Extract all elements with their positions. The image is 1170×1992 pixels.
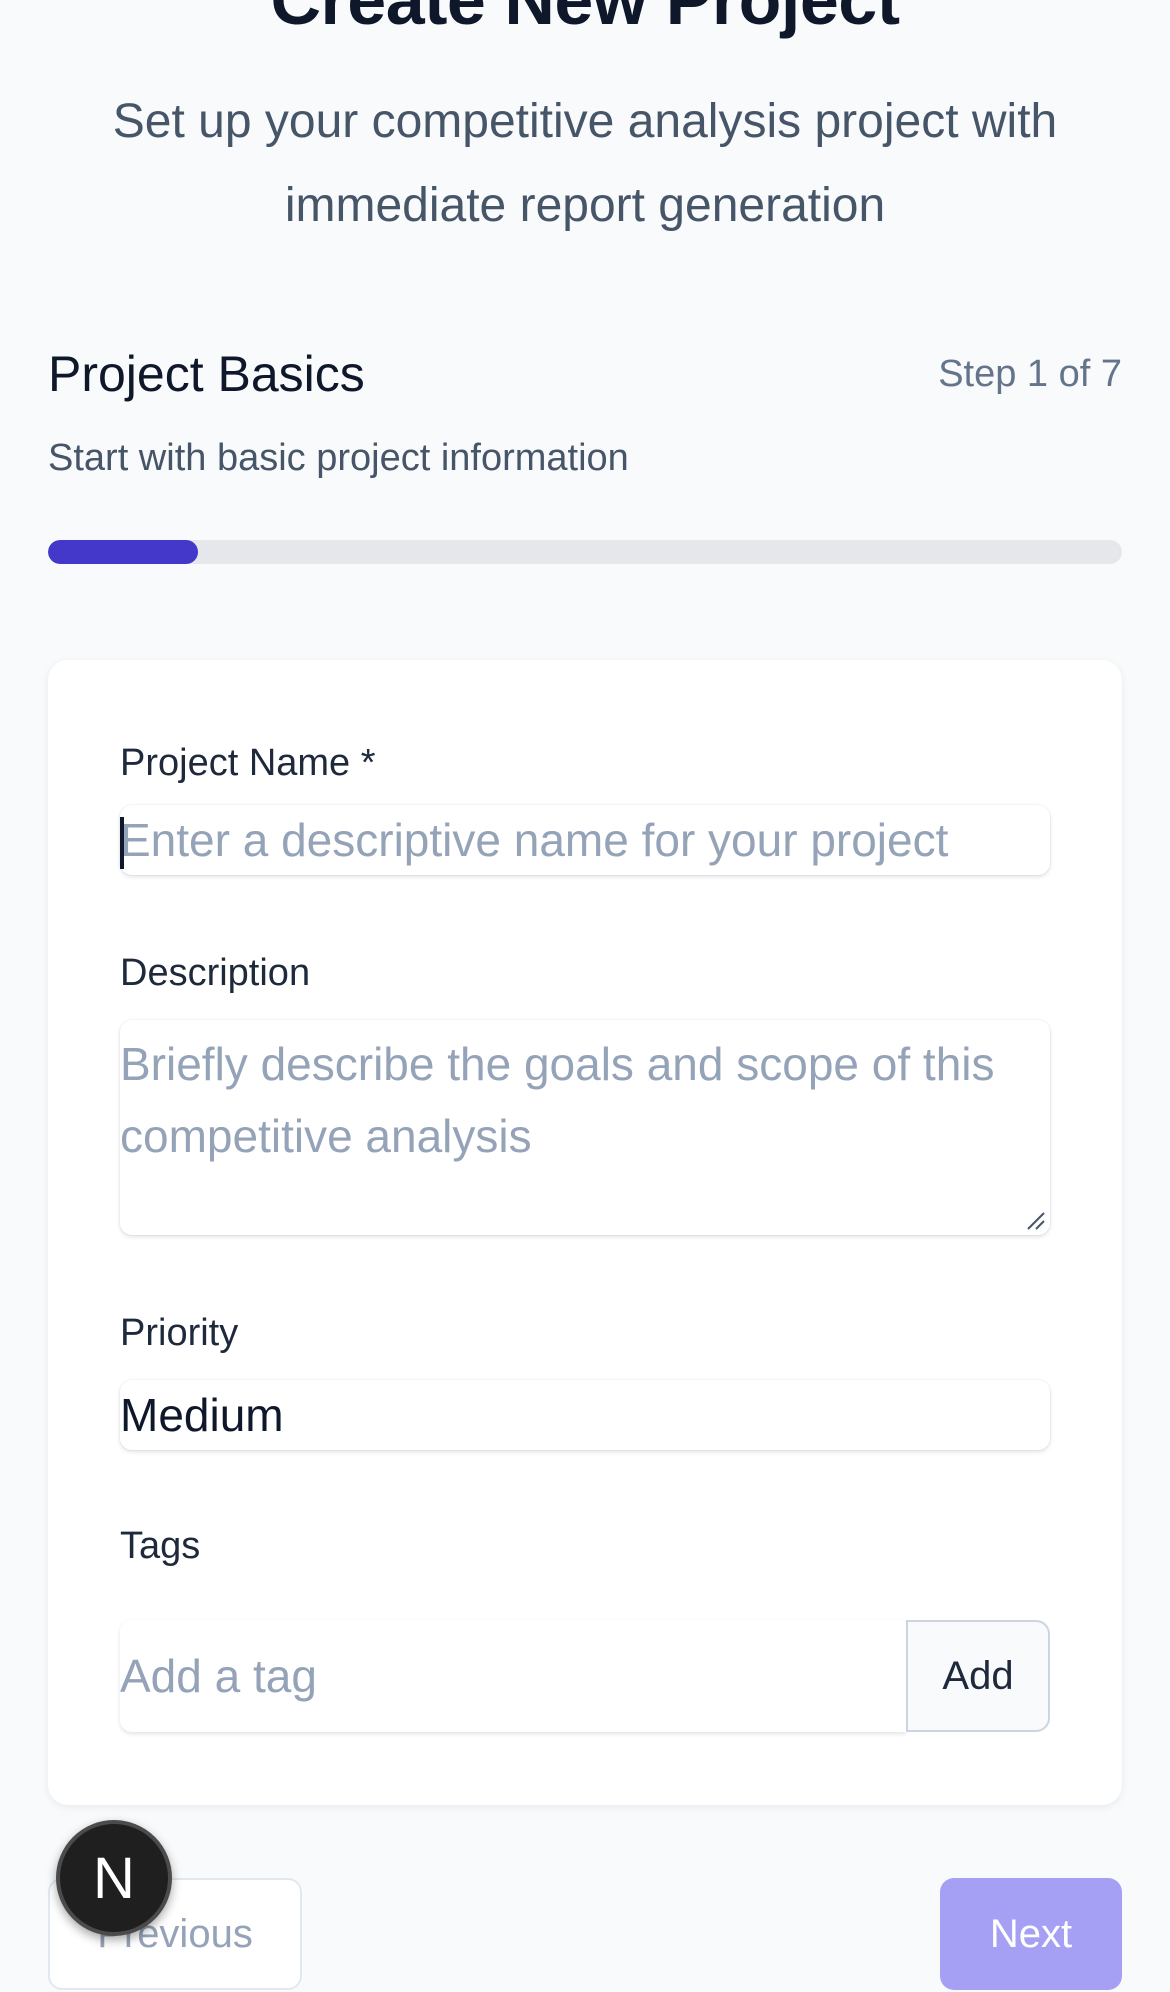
progress-fill <box>48 540 199 564</box>
project-name-label: Project Name * <box>120 742 376 784</box>
step-description: Start with basic project information <box>48 437 629 479</box>
description-label: Description <box>120 952 311 994</box>
tag-placeholder: Add a tag <box>120 1650 317 1702</box>
project-name-input[interactable]: Enter a descriptive name for your projec… <box>120 805 1050 875</box>
tag-input[interactable]: Add a tag <box>120 1620 906 1732</box>
description-placeholder: Briefly describe the goals and scope of … <box>120 1038 995 1162</box>
progress-bar <box>48 540 1122 564</box>
page-title: Create New Project <box>270 0 900 39</box>
priority-value: Medium <box>120 1389 284 1441</box>
step-title: Project Basics <box>48 346 365 402</box>
page-subtitle: Set up your competitive analysis project… <box>112 95 1058 232</box>
text-caret <box>120 817 124 869</box>
n-avatar-icon[interactable]: N <box>56 1820 172 1936</box>
tag-row: Add a tag Add <box>120 1620 1050 1732</box>
description-textarea[interactable]: Briefly describe the goals and scope of … <box>120 1020 1050 1235</box>
priority-label: Priority <box>120 1312 239 1354</box>
step-header: Project Basics Step 1 of 7 <box>48 345 1122 403</box>
priority-select[interactable]: Medium <box>120 1380 1050 1450</box>
tags-label: Tags <box>120 1525 201 1567</box>
resize-grip-icon[interactable] <box>1024 1209 1046 1231</box>
next-button[interactable]: Next <box>940 1878 1122 1990</box>
create-project-page: Create New Project Set up your competiti… <box>0 0 1170 1992</box>
form-card: Project Name * Enter a descriptive name … <box>48 660 1122 1805</box>
project-name-placeholder: Enter a descriptive name for your projec… <box>120 814 949 866</box>
add-tag-button[interactable]: Add <box>906 1620 1050 1732</box>
step-counter: Step 1 of 7 <box>938 352 1122 395</box>
